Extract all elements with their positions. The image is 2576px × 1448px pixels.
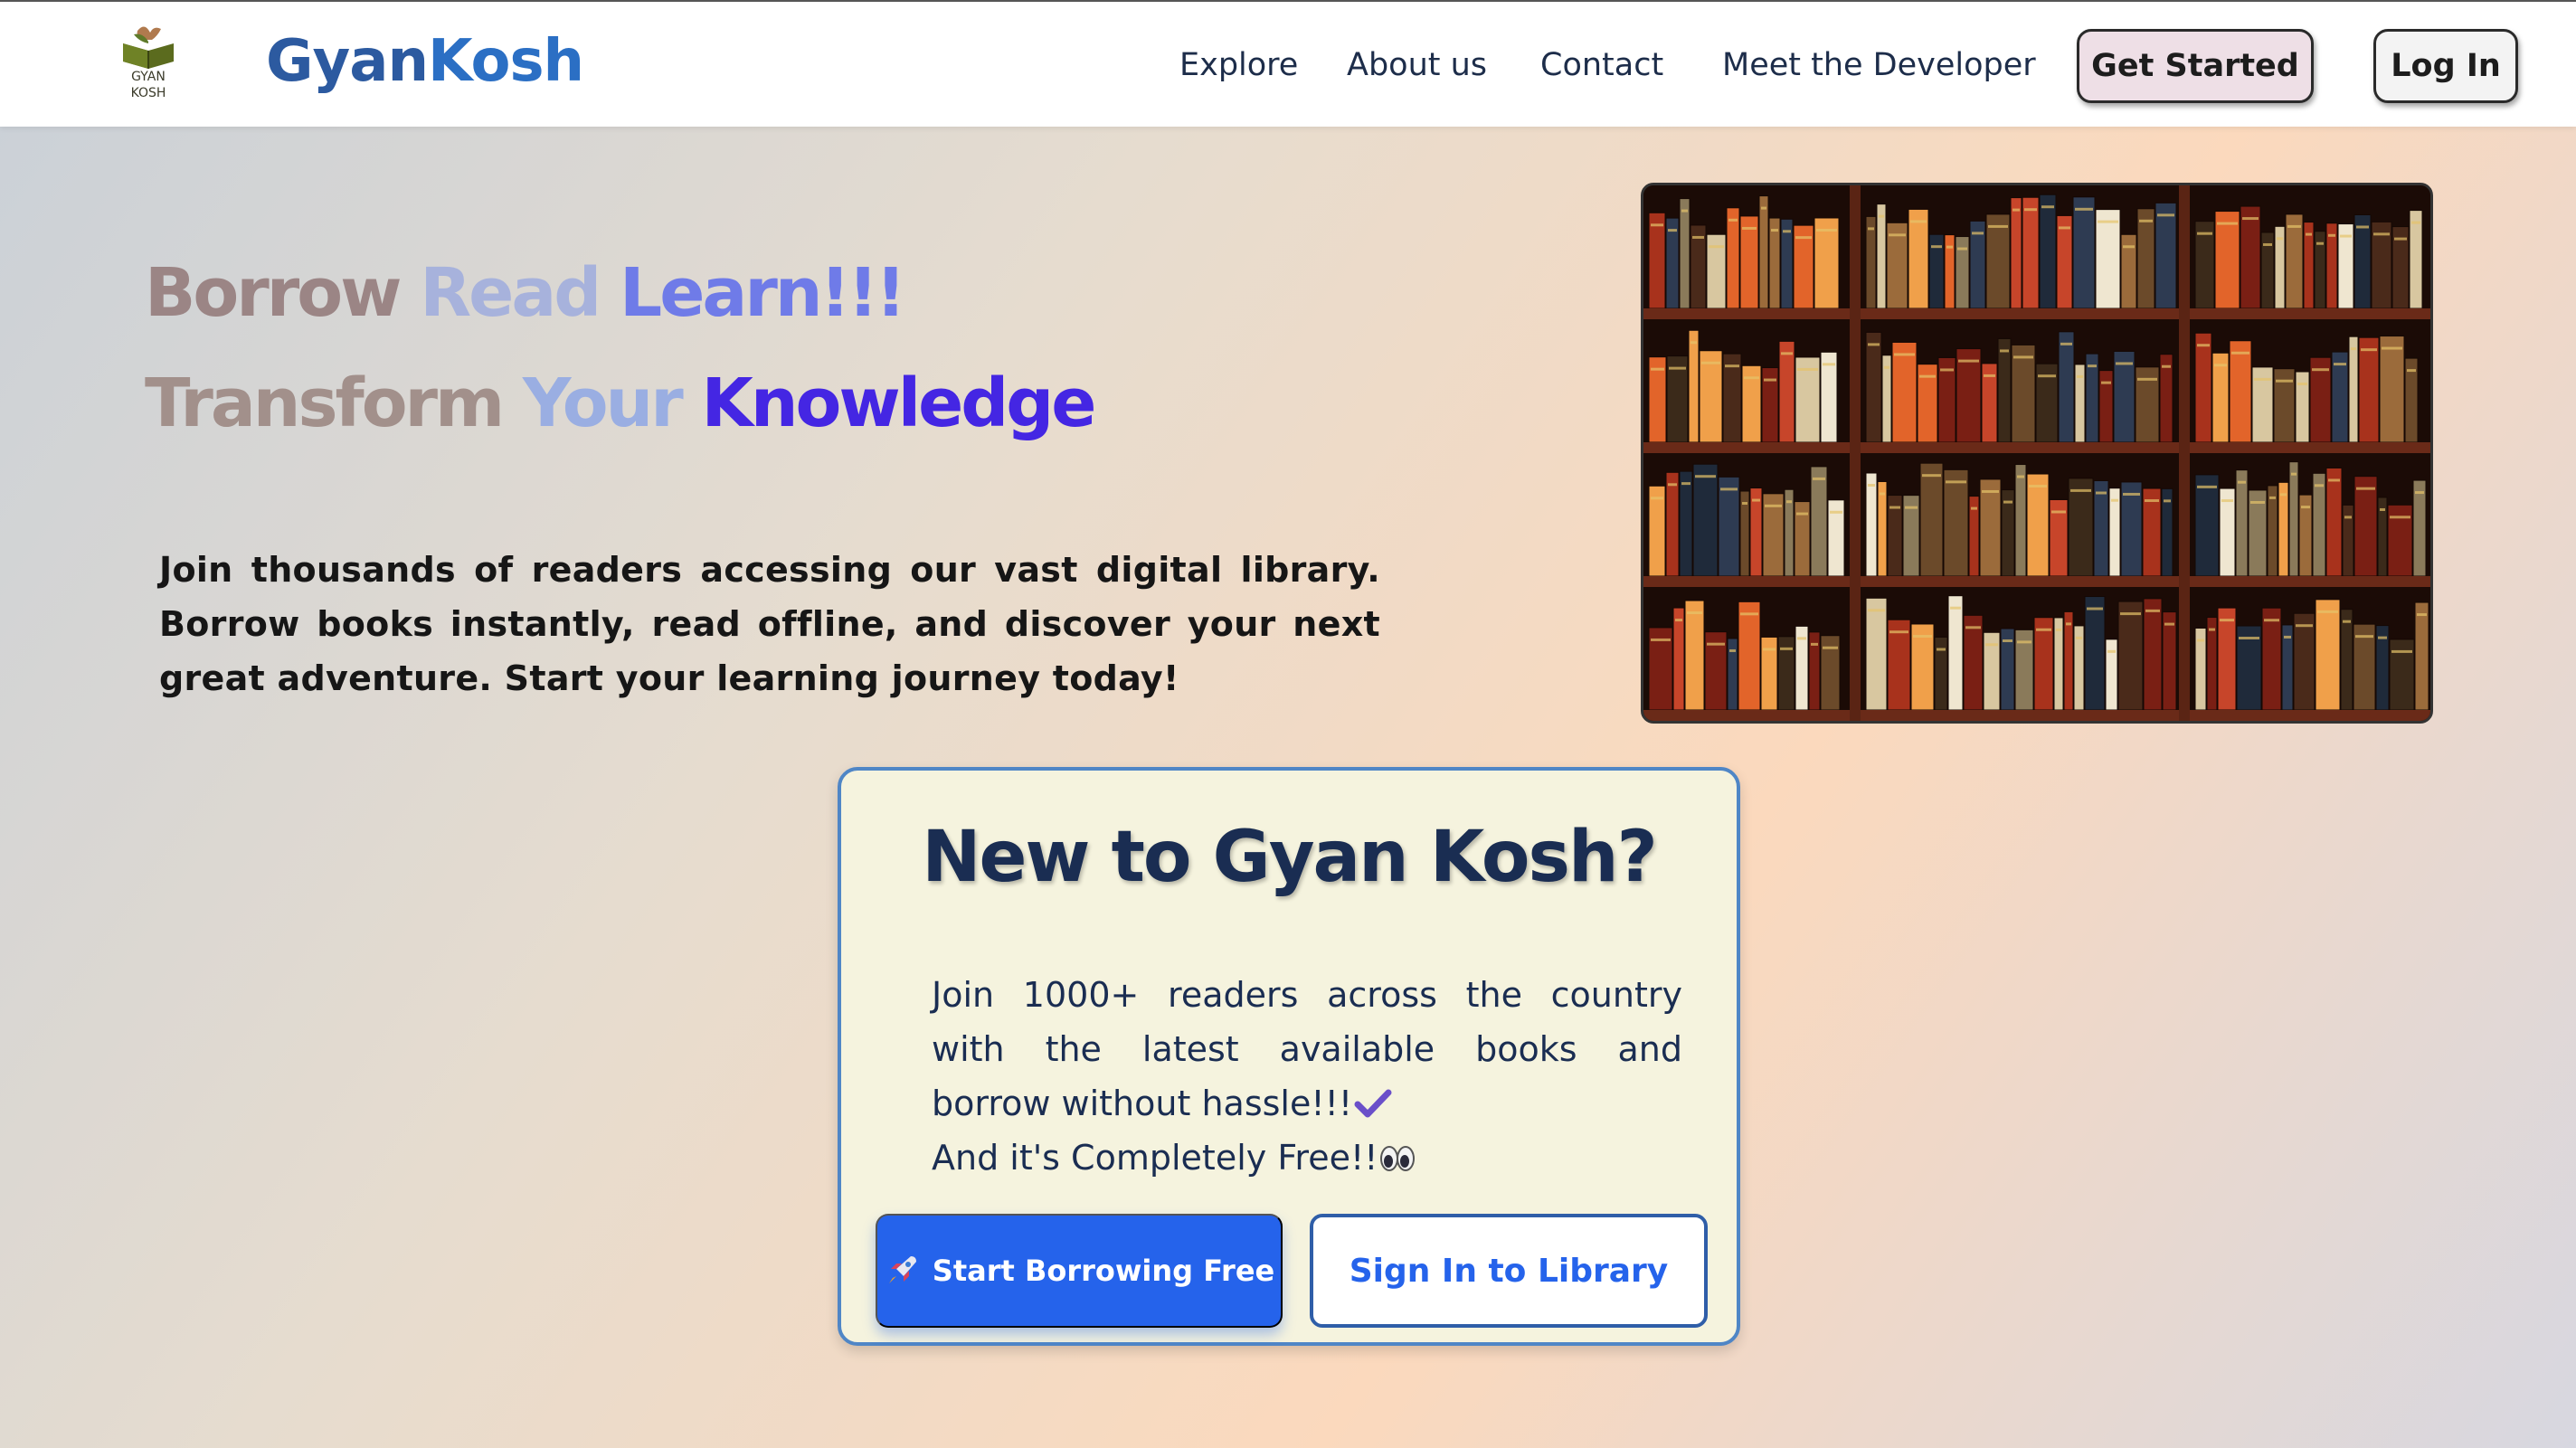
- card-text-line1: Join 1000+ readers across the country: [932, 975, 1682, 1015]
- signup-card: New to Gyan Kosh? Join 1000+ readers acr…: [838, 767, 1740, 1346]
- logo-text-line2: KOSH: [130, 86, 166, 100]
- rocket-icon: [888, 1256, 916, 1283]
- card-text-line4: And it's Completely Free!!: [932, 1138, 1378, 1178]
- book-plant-logo-icon: [123, 26, 174, 69]
- logo-text-line1: GYAN: [131, 70, 166, 84]
- bookshelf-illustration: [1643, 185, 2430, 721]
- check-mark-icon: [1354, 1089, 1392, 1118]
- hero-title-word-read: Read: [420, 254, 601, 332]
- start-borrowing-button[interactable]: Start Borrowing Free: [876, 1214, 1283, 1328]
- card-text-line2: with the latest available books and: [932, 1029, 1682, 1069]
- navbar: GYAN KOSH GyanKosh Explore About us Cont…: [0, 0, 2576, 127]
- logo-text: GYAN KOSH: [110, 69, 186, 101]
- hero-description: Join thousands of readers accessing our …: [159, 550, 1380, 698]
- brand-name[interactable]: GyanKosh: [266, 25, 584, 98]
- hero-title-word-knowledge: Knowledge: [701, 364, 1096, 442]
- hero-title-line1: Borrow Read Learn!!!: [145, 248, 906, 338]
- nav-link-meet-developer[interactable]: Meet the Developer: [1722, 43, 2036, 87]
- card-text-line3-wrap: borrow without hassle!!!: [932, 1076, 1682, 1131]
- card-title: New to Gyan Kosh?: [922, 817, 1657, 898]
- brand-name-part1: Gyan: [266, 28, 429, 95]
- hero-title-word-transform: Transform: [145, 364, 505, 442]
- card-text-line3: borrow without hassle!!!: [932, 1084, 1353, 1123]
- nav-link-contact[interactable]: Contact: [1540, 43, 1663, 87]
- sign-in-library-button[interactable]: Sign In to Library: [1310, 1214, 1708, 1328]
- hero-title-word-learn: Learn!!!: [620, 254, 906, 332]
- nav-link-explore[interactable]: Explore: [1179, 43, 1298, 87]
- bookshelf-image: [1641, 183, 2433, 724]
- get-started-button[interactable]: Get Started: [2077, 29, 2314, 103]
- eyes-icon: [1380, 1146, 1416, 1171]
- hero-title-line2: Transform Your Knowledge: [145, 358, 1096, 449]
- card-text-line4-wrap: And it's Completely Free!!: [932, 1131, 1682, 1185]
- brand-name-part2: Kosh: [428, 28, 584, 95]
- log-in-button[interactable]: Log In: [2373, 29, 2518, 103]
- nav-link-about-us[interactable]: About us: [1347, 43, 1487, 87]
- hero-title-word-borrow: Borrow: [145, 254, 402, 332]
- gyan-kosh-logo-icon[interactable]: GYAN KOSH: [110, 22, 186, 109]
- start-borrowing-label: Start Borrowing Free: [932, 1254, 1275, 1288]
- hero-title-word-your: Your: [522, 364, 684, 442]
- card-description: Join 1000+ readers across the country wi…: [932, 968, 1682, 1185]
